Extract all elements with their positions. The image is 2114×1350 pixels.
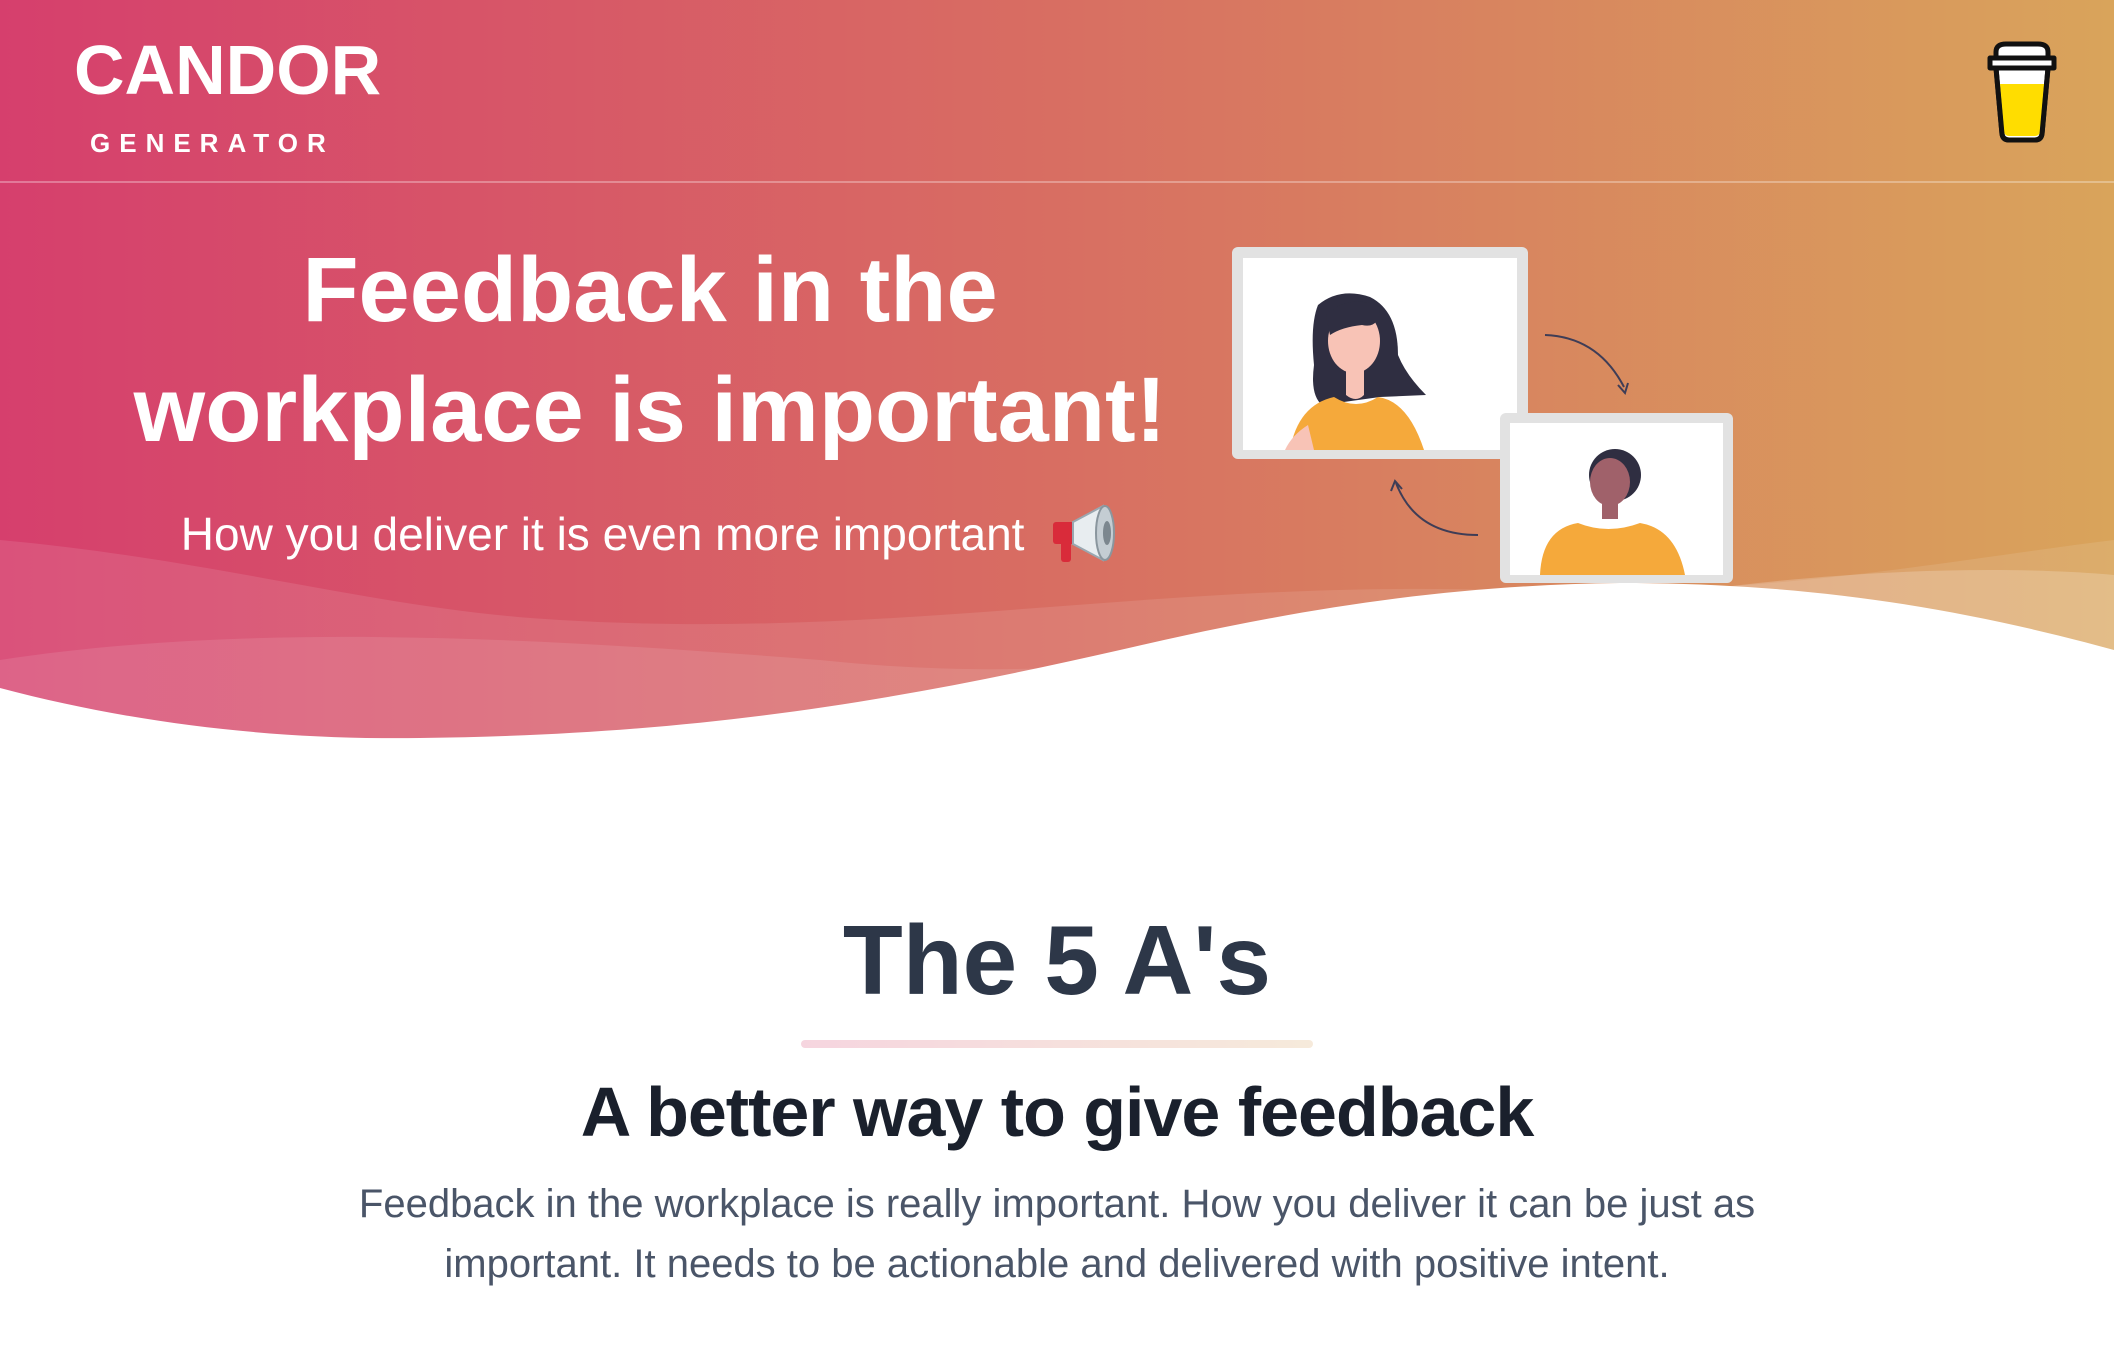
page: CANDOR GENERATOR Feedback in the workpla…: [0, 0, 2114, 1350]
section-title: The 5 A's: [842, 905, 1272, 1015]
coffee-cup-icon: [1987, 41, 2057, 143]
brand-subtitle: GENERATOR: [90, 128, 335, 158]
megaphone-icon: [1053, 504, 1116, 562]
section-subtitle: A better way to give feedback: [580, 1073, 1535, 1151]
title-underline: [801, 1040, 1313, 1048]
hero-subtitle: How you deliver it is even more importan…: [180, 508, 1025, 560]
brand-title: CANDOR: [74, 31, 382, 109]
section-description: Feedback in the workplace is really impo…: [358, 1182, 1756, 1286]
five-as-section: The 5 A's A better way to give feedback …: [0, 900, 2114, 1294]
brand-logo[interactable]: CANDOR GENERATOR: [74, 30, 381, 158]
hero-subtitle-row: How you deliver it is even more importan…: [70, 498, 1230, 570]
buy-me-coffee-button[interactable]: [1982, 40, 2062, 150]
video-call-feedback-illustration: [1232, 247, 1733, 583]
top-nav: CANDOR GENERATOR: [0, 0, 2114, 183]
hero-title: Feedback in the workplace is important!: [133, 239, 1167, 461]
hero-section: CANDOR GENERATOR Feedback in the workpla…: [0, 0, 2114, 760]
